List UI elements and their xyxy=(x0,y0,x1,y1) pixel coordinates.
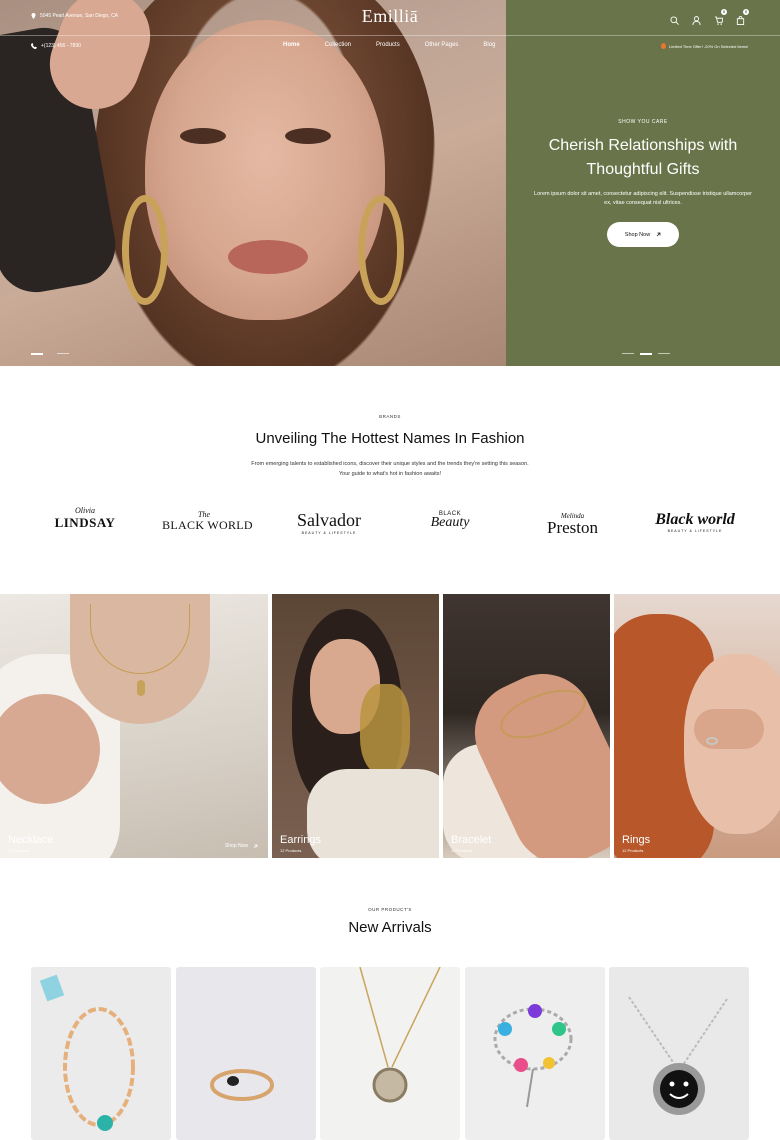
product-card[interactable] xyxy=(465,967,605,1140)
address-text: 5045 Pearl Avenue, San Diego, CA xyxy=(40,13,119,19)
new-arrivals-title: New Arrivals xyxy=(348,919,432,936)
brand-logo-small: Olivia xyxy=(75,506,95,515)
phone-icon xyxy=(31,43,37,49)
brand-logo-preston[interactable]: Melinda Preston xyxy=(535,512,610,538)
product-image-smiley-pendant xyxy=(628,996,728,1115)
hero-shop-now-button[interactable]: Shop Now xyxy=(607,222,679,247)
hero-panel xyxy=(506,0,780,366)
product-image-charm-bracelet xyxy=(493,1004,573,1108)
category-name: Earrings xyxy=(280,834,321,846)
product-card[interactable] xyxy=(176,967,316,1140)
brand-logo-salvador[interactable]: Salvador BEAUTY & LIFESTYLE xyxy=(285,510,373,535)
site-logo[interactable]: Emilliā xyxy=(340,6,440,27)
category-count: 12 Products xyxy=(451,848,473,853)
header-icons: 0 0 xyxy=(670,9,749,26)
category-card-bracelet[interactable]: Bracelet 12 Products xyxy=(443,594,610,858)
product-card[interactable] xyxy=(320,967,460,1140)
nav-blog[interactable]: Blog xyxy=(483,42,495,48)
brands-title: Unveiling The Hottest Names In Fashion xyxy=(255,430,525,447)
brand-logo-small: BEAUTY & LIFESTYLE xyxy=(301,531,357,535)
category-card-rings[interactable]: Rings 12 Products xyxy=(614,594,780,858)
arrow-up-right-icon xyxy=(656,232,661,237)
header-address: 5045 Pearl Avenue, San Diego, CA xyxy=(31,13,118,19)
category-name: Rings xyxy=(622,834,651,846)
cart-count-badge: 0 xyxy=(743,9,749,15)
brands-eyebrow: BRANDS xyxy=(379,414,401,419)
location-pin-icon xyxy=(31,13,36,19)
nav-other-pages[interactable]: Other Pages xyxy=(425,42,459,48)
brand-logo-main: LINDSAY xyxy=(54,515,116,530)
category-card-necklace[interactable]: Necklace 12 Products Shop Now xyxy=(0,594,268,858)
category-name: Necklace xyxy=(8,834,54,846)
user-icon[interactable] xyxy=(692,12,701,26)
arrow-up-right-icon xyxy=(253,844,258,848)
nav-home[interactable]: Home xyxy=(283,42,300,48)
category-name: Bracelet xyxy=(451,834,492,846)
offer-banner: Limited Time Offer! -20% On Selected Ite… xyxy=(661,43,748,49)
brand-logo-black-world-script[interactable]: Black world BEAUTY & LIFESTYLE xyxy=(650,511,740,533)
hero-title: Cherish Relationships with Thoughtful Gi… xyxy=(506,134,780,182)
category-card-earrings[interactable]: Earrings 12 Products xyxy=(272,594,439,858)
hero-title-line1: Cherish Relationships with xyxy=(548,137,738,154)
nav-collection[interactable]: Collection xyxy=(325,42,351,48)
hero-description: Lorem ipsum dolor sit amet, consectetur … xyxy=(534,191,752,206)
brand-logo-main: BLACK WORLD xyxy=(162,518,253,532)
search-icon[interactable] xyxy=(670,12,679,25)
brands-desc-line1: From emerging talents to established ico… xyxy=(251,461,529,467)
wishlist-count-badge: 0 xyxy=(721,9,727,15)
new-arrivals-eyebrow: OUR PRODUCT'S xyxy=(368,907,412,912)
offer-text: Limited Time Offer! -20% On Selected Ite… xyxy=(669,43,749,49)
category-count: 12 Products xyxy=(280,848,302,853)
category-shop-now-label: Shop Now xyxy=(224,843,248,849)
brand-logo-main: Salvador xyxy=(297,510,361,530)
product-card[interactable] xyxy=(609,967,749,1140)
category-count: 12 Products xyxy=(8,848,30,853)
hero-section: 5045 Pearl Avenue, San Diego, CA +(123) … xyxy=(0,0,780,366)
brand-logo-black-beauty[interactable]: BLACK Beauty xyxy=(415,511,485,531)
brand-logo-small: The xyxy=(198,510,210,519)
hero-eyebrow: SHOW YOU CARE xyxy=(618,119,668,125)
brand-logo-main: Beauty xyxy=(430,515,470,530)
brands-desc-line2: Your guide to what's hot in fashion awai… xyxy=(338,470,442,477)
product-image-pendant-necklace xyxy=(359,967,441,1103)
nav-products[interactable]: Products xyxy=(376,42,400,48)
hero-slider-dots-right[interactable] xyxy=(622,353,670,355)
shop-now-label: Shop Now xyxy=(624,231,651,238)
page: 5045 Pearl Avenue, San Diego, CA +(123) … xyxy=(0,0,780,1140)
hero-slider-dots-left[interactable] xyxy=(31,353,69,355)
product-image-chain-bracelet xyxy=(39,974,135,1131)
brand-logo-small: BEAUTY & LIFESTYLE xyxy=(667,529,723,533)
header-divider xyxy=(0,35,780,36)
hero-title-line2: Thoughtful Gifts xyxy=(586,161,700,178)
product-card[interactable] xyxy=(31,967,171,1140)
category-count: 12 Products xyxy=(622,848,644,853)
brand-logo-main: Preston xyxy=(547,518,598,537)
phone-text: +(123) 456 - 7890 xyxy=(41,43,81,49)
brands-description: From emerging talents to established ico… xyxy=(220,460,560,479)
header-phone[interactable]: +(123) 456 - 7890 xyxy=(31,43,81,49)
main-nav: Home Collection Products Other Pages Blo… xyxy=(283,42,495,48)
flame-icon xyxy=(661,43,666,49)
hero-image xyxy=(0,0,506,366)
brand-logo-black-world[interactable]: The BLACK WORLD xyxy=(160,510,255,533)
brand-logo-main: Black world xyxy=(655,511,735,528)
brand-logo-lindsay[interactable]: Olivia LINDSAY xyxy=(50,506,120,531)
product-image-ring xyxy=(210,1069,274,1101)
cart-icon[interactable]: 0 xyxy=(736,9,749,25)
category-shop-now-link[interactable]: Shop Now xyxy=(225,843,258,849)
wishlist-icon[interactable]: 0 xyxy=(714,9,727,25)
